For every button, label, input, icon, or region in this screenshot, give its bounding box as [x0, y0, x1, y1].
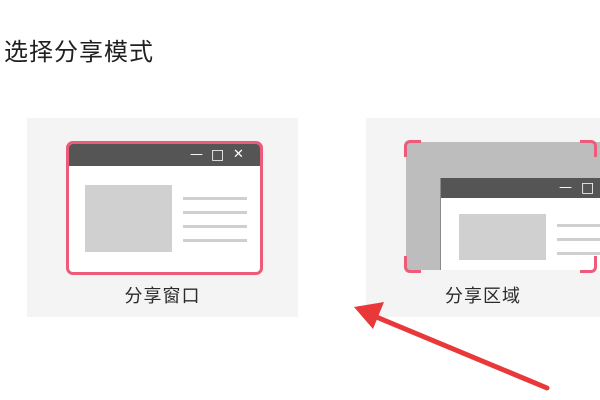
share-mode-dialog: 选择分享模式 — □ ✕ 分享窗口 — □ 分享区域 [0, 0, 600, 400]
annotation-arrow-icon [354, 302, 550, 391]
